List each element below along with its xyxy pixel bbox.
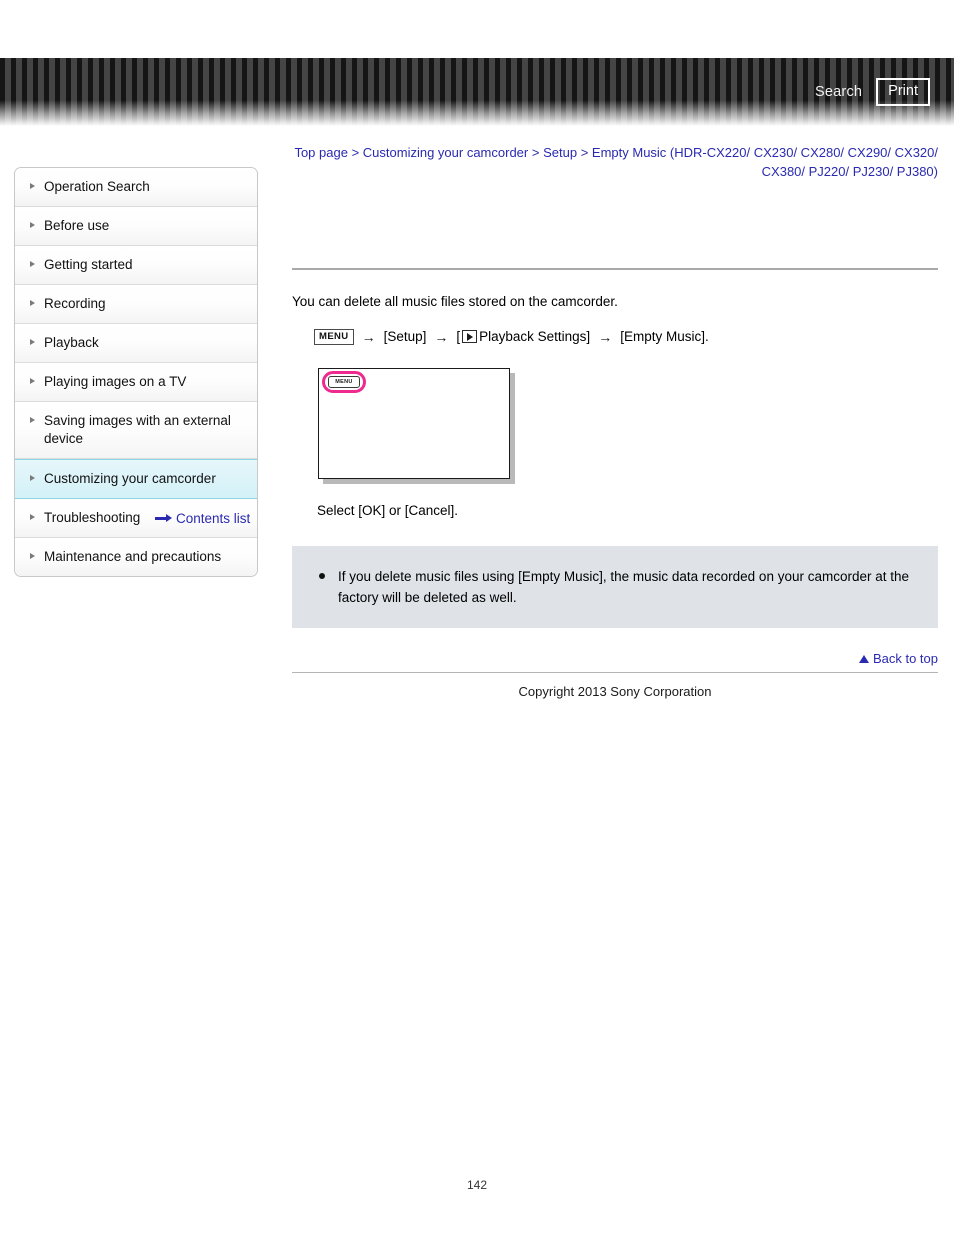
figure-screen-frame: MENU [318,367,510,479]
menu-path-step-setup: [Setup] [383,328,427,344]
print-button[interactable]: Print [876,78,930,106]
triangle-bullet-icon [30,475,35,481]
menu-path-step-playback-settings: Playback Settings] [479,328,591,344]
sidebar-item-label: Getting started [44,257,133,272]
sidebar-item-getting-started[interactable]: Getting started [15,246,257,285]
sidebar-item-label: Saving images with an external device [44,413,231,446]
right-arrow-glyph-icon: → [361,328,376,345]
menu-chip-icon: MENU [314,328,354,345]
sidebar-item-label: Maintenance and precautions [44,549,222,564]
page-number: 142 [466,1178,488,1192]
main-content: You can delete all music files stored on… [292,190,938,699]
sidebar-item-saving-images-external-device[interactable]: Saving images with an external device [15,402,257,459]
breadcrumb-item-customizing[interactable]: Customizing your camcorder [363,145,528,160]
triangle-bullet-icon [30,417,35,423]
sidebar-item-customizing-your-camcorder[interactable]: Customizing your camcorder [15,459,257,499]
breadcrumb-item-top-page[interactable]: Top page [294,145,348,160]
breadcrumb: Top page > Customizing your camcorder > … [292,143,938,181]
triangle-bullet-icon [30,183,35,189]
menu-path-bracket-open: [ [456,328,461,344]
sidebar-item-playback[interactable]: Playback [15,324,257,363]
triangle-bullet-icon [30,300,35,306]
back-to-top-link[interactable]: Back to top [858,651,938,666]
camcorder-screen-figure: MENU [318,367,515,484]
sidebar-item-recording[interactable]: Recording [15,285,257,324]
sidebar-item-label: Customizing your camcorder [44,471,216,486]
play-icon [462,330,478,343]
sidebar-item-label: Operation Search [44,179,150,194]
note-box: If you delete music files using [Empty M… [292,545,938,628]
triangle-bullet-icon [30,261,35,267]
sidebar-item-label: Playback [44,335,99,350]
breadcrumb-separator: > [580,145,589,160]
sidebar-item-label: Troubleshooting [44,510,141,525]
breadcrumb-separator: > [351,145,360,160]
search-button[interactable]: Search [815,84,862,100]
triangle-bullet-icon [30,222,35,228]
triangle-bullet-icon [30,378,35,384]
triangle-bullet-icon [30,553,35,559]
back-to-top-row: Back to top [292,650,938,668]
content-divider [292,268,938,270]
note-text: If you delete music files using [Empty M… [338,568,910,605]
up-triangle-icon [858,654,869,663]
contents-list-label: Contents list [176,511,251,526]
intro-paragraph: You can delete all music files stored on… [292,294,618,309]
breadcrumb-item-setup[interactable]: Setup [543,145,577,160]
sidebar-item-label: Before use [44,218,110,233]
sidebar-item-before-use[interactable]: Before use [15,207,257,246]
figure-caption: Select [OK] or [Cancel]. [317,502,459,518]
triangle-bullet-icon [30,339,35,345]
breadcrumb-item-current: Empty Music (HDR-CX220/ CX230/ CX280/ CX… [591,145,938,179]
header-controls: Search Print [815,78,930,106]
bullet-dot-icon [319,572,325,579]
sidebar-item-maintenance-and-precautions[interactable]: Maintenance and precautions [15,538,257,576]
back-to-top-label: Back to top [872,651,938,666]
copyright-text: Copyright 2013 Sony Corporation [518,683,712,699]
figure-highlight-outline [322,370,366,393]
sidebar-item-label: Playing images on a TV [44,374,187,389]
sidebar-item-playing-images-on-a-tv[interactable]: Playing images on a TV [15,363,257,402]
sidebar-item-label: Recording [44,296,106,311]
note-list-item: If you delete music files using [Empty M… [310,566,920,608]
footer-divider [292,671,938,673]
right-arrow-glyph-icon: → [434,328,449,345]
menu-path-step-empty-music: [Empty Music]. [620,328,709,344]
sidebar-item-operation-search[interactable]: Operation Search [15,168,257,207]
header-banner: Search Print [0,58,954,126]
right-arrow-icon [155,514,172,523]
breadcrumb-separator: > [531,145,540,160]
right-arrow-glyph-icon: → [598,328,613,345]
triangle-bullet-icon [30,514,35,520]
menu-path-instruction: MENU → [Setup] → [ Playback Settings] → … [314,326,938,348]
contents-list-link[interactable]: Contents list [155,511,250,526]
